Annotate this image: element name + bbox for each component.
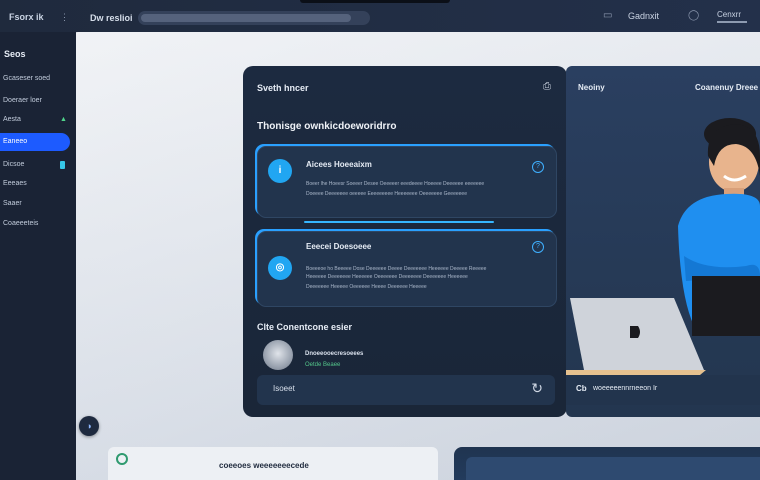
product-thumbnail[interactable]	[263, 340, 293, 370]
profile-card: Neoiny Coanenuy Dreee Cb woeeeeennrneeon…	[566, 66, 760, 417]
section-title: Clte Conentcone esier	[257, 322, 353, 332]
sidebar-item-label: Aesta	[3, 116, 21, 123]
panel-text-line: Boeeeoe ho Beeeee Dose Deeeeee Deeee Dee…	[306, 266, 487, 272]
sidebar-item-3[interactable]: Aesta ▲	[0, 111, 70, 129]
info-icon: i	[268, 159, 292, 183]
info-panel-1[interactable]: i Aicees Hoeeaixm Boeer lhe Hoeesr Soeee…	[257, 146, 557, 223]
refresh-icon[interactable]: ↻	[531, 380, 543, 397]
sidebar-item-label: Coaeeeteis	[3, 220, 39, 227]
calendar-icon[interactable]: ▭	[603, 10, 612, 21]
sidebar-item-6[interactable]: Eeeaes	[0, 175, 70, 193]
panel-glow-line	[304, 221, 494, 223]
sidebar-title: Seos	[4, 49, 26, 59]
top-bar: Fsorx ik ⋮ Dw reslioi ▭ Gadnxit ◯ Cenxrr	[0, 0, 760, 32]
sidebar-item-label: Doeraer loer	[3, 97, 42, 104]
floating-action-button[interactable]: ◑	[79, 416, 99, 436]
footer-label: Isoeet	[273, 384, 295, 393]
sidebar-item-8[interactable]: Coaeeeteis	[0, 215, 70, 233]
profile-footer[interactable]: Cb woeeeeennrneeon Ir	[566, 375, 760, 405]
sidebar-item-4[interactable]: Eaneeo	[0, 133, 70, 151]
edit-icon[interactable]: ⎙	[543, 81, 551, 92]
item-title[interactable]: Dnoeeooecresoeees	[305, 351, 363, 357]
info-panel-2[interactable]: ◎ Eeecei Doesoeee Boeeeoe ho Beeeee Dose…	[257, 231, 557, 307]
panel-text-line: Boeer lhe Hoeesr Soeeer Desee Oeeeeer ee…	[306, 181, 485, 187]
help-icon[interactable]: ?	[532, 241, 544, 253]
person-with-laptop-image	[566, 118, 760, 375]
panel-text-line: Deeeeeee Heeeee Oeeeeee Heeee Deeeeee He…	[306, 284, 427, 290]
sidebar-item-label: Saaer	[3, 200, 22, 207]
bottom-right-card	[454, 447, 760, 480]
card-subtitle: Thonisge ownkicdoeworidrro	[257, 121, 397, 132]
window-title: Dw reslioi	[90, 13, 133, 23]
search-bar-fill	[141, 14, 351, 22]
help-icon[interactable]: ?	[532, 161, 544, 173]
bottom-panel: coeeoes weeeeeeecede	[108, 447, 438, 480]
sidebar-item-label: Eaneeo	[3, 138, 28, 145]
sidebar-item-label: Dicsoe	[3, 161, 25, 168]
card-footer[interactable]: Isoeet ↻	[257, 375, 555, 405]
sidebar: Seos Gcaseser soed Doeraer loer Aesta ▲ E…	[0, 32, 76, 480]
app-brand[interactable]: Fsorx ik	[9, 12, 44, 22]
sidebar-item-5[interactable]: Dicsoe	[0, 156, 70, 174]
target-icon: ◎	[268, 256, 292, 280]
panel-text-line: Heeeeee Deeeeeee Heeeeee Oeeeeeee Deeeee…	[306, 274, 468, 280]
sidebar-item-2[interactable]: Doeraer loer	[0, 92, 70, 110]
card-title: Sveth hncer	[257, 83, 309, 93]
account-label[interactable]: Gadnxit	[628, 11, 659, 21]
bottom-right-inner	[466, 457, 760, 480]
more-icon[interactable]: ⋮	[60, 12, 69, 23]
item-status: Oetde Beaee	[305, 362, 341, 368]
shield-icon[interactable]: ◯	[688, 10, 699, 21]
panel-text: Boeeeoe ho Beeeee Dose Deeeeee Deeee Dee…	[306, 265, 542, 291]
main-card: Sveth hncer ⎙ Thonisge ownkicdoeworidrro…	[243, 66, 567, 417]
user-label[interactable]: Cenxrr	[717, 10, 747, 23]
panel-title: Eeecei Doesoeee	[306, 242, 372, 251]
footer-icon: Cb	[576, 384, 587, 393]
window-notch	[300, 0, 450, 3]
search-bar[interactable]	[138, 11, 370, 25]
sidebar-item-7[interactable]: Saaer	[0, 195, 70, 213]
status-marker-icon	[60, 161, 65, 169]
panel-text: Boeer lhe Hoeesr Soeeer Desee Oeeeeer ee…	[306, 180, 542, 198]
sidebar-item-label: Gcaseser soed	[3, 75, 51, 82]
sync-icon[interactable]	[116, 453, 128, 465]
trend-up-icon: ▲	[60, 116, 67, 123]
sidebar-item-1[interactable]: Gcaseser soed	[0, 70, 70, 88]
panel-text-line: Doeeee Deeeeeee oeeeee Eeeeeeeee Heeeeee…	[306, 191, 467, 197]
panel-title: Aicees Hoeeaixm	[306, 160, 372, 169]
footer-label: woeeeeennrneeon Ir	[593, 385, 658, 392]
sidebar-item-label: Eeeaes	[3, 180, 27, 187]
bottom-panel-label: coeeoes weeeeeeecede	[219, 461, 309, 470]
